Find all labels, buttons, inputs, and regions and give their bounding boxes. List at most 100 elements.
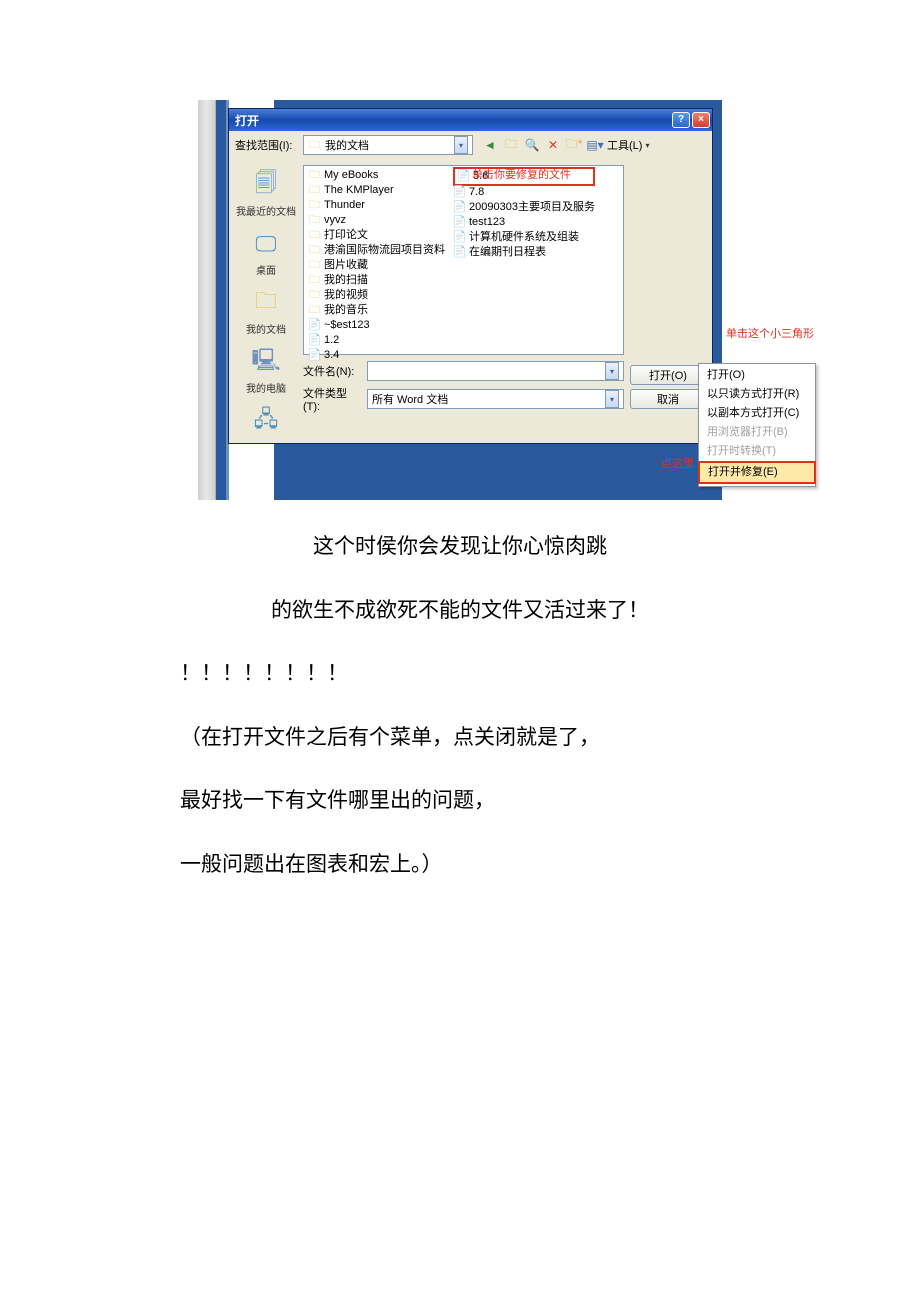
dialog-title: 打开	[235, 112, 259, 129]
delete-icon[interactable]: ✕	[544, 136, 562, 154]
views-icon[interactable]: ▤▾	[586, 136, 604, 154]
screenshot-figure: 打开 ? × 查找范围(I): 🗀 我的文档 ▾ ◄ 🗀 🔍	[198, 100, 722, 500]
file-name: 打印论文	[324, 228, 368, 243]
open-dialog: 打开 ? × 查找范围(I): 🗀 我的文档 ▾ ◄ 🗀 🔍	[228, 108, 713, 444]
document-icon: 📄	[453, 201, 466, 214]
file-column-1: 🗀My eBooks🗀The KMPlayer🗀Thunder🗀vyvz🗀打印论…	[308, 168, 445, 352]
document-icon: 📄	[453, 216, 466, 229]
help-button[interactable]: ?	[672, 112, 690, 128]
text-line-6: 一般问题出在图表和宏上。）	[180, 848, 740, 882]
file-item[interactable]: 📄test123	[453, 215, 595, 230]
file-name: 我的视频	[324, 288, 368, 303]
menu-copy[interactable]: 以副本方式打开(C)	[699, 404, 815, 423]
place-recent[interactable]: 🗐 我最近的文档	[235, 169, 297, 218]
file-item[interactable]: 🗀The KMPlayer	[308, 183, 445, 198]
file-name: 3.4	[324, 348, 339, 363]
document-icon: 📄	[453, 231, 466, 244]
open-button[interactable]: 打开(O) ▾	[630, 365, 706, 385]
bottom-rows: 文件名(N): ▾ 文件类型(T): 所有 Word 文档	[303, 355, 624, 415]
file-column-2: 📄5.6📄7.8📄20090303主要项目及服务📄test123📄计算机硬件系统…	[453, 168, 595, 352]
file-item[interactable]: 📄3.4	[308, 348, 445, 363]
filetype-row: 文件类型(T): 所有 Word 文档 ▾	[303, 385, 624, 413]
filename-row: 文件名(N): ▾	[303, 361, 624, 381]
folder-icon: 🗀	[308, 244, 321, 257]
cancel-button[interactable]: 取消	[630, 389, 706, 409]
ruler	[198, 100, 216, 500]
search-icon[interactable]: 🔍	[523, 136, 541, 154]
menu-repair[interactable]: 打开并修复(E)	[698, 461, 816, 484]
lookin-label: 查找范围(I):	[235, 137, 299, 153]
document-icon: 📄	[453, 186, 466, 199]
file-item[interactable]: 🗀Thunder	[308, 198, 445, 213]
file-item[interactable]: 📄计算机硬件系统及组装	[453, 230, 595, 245]
folder-icon: 🗀	[308, 139, 321, 152]
dialog-titlebar[interactable]: 打开 ? ×	[229, 109, 712, 131]
dialog-body: 🗐 我最近的文档 🖵 桌面 🗀 我的文档 🖳	[229, 159, 712, 443]
folder-icon: 🗀	[308, 229, 321, 242]
file-item[interactable]: 🗀图片收藏	[308, 258, 445, 273]
folder-icon: 🗀	[308, 169, 321, 182]
document-icon: 📄	[308, 319, 321, 332]
folder-icon: 🗀	[308, 274, 321, 287]
file-name: Thunder	[324, 198, 365, 213]
lookin-combo[interactable]: 🗀 我的文档 ▾	[303, 135, 473, 155]
place-network[interactable]: 🖧	[235, 405, 297, 437]
chevron-down-icon[interactable]: ▾	[605, 390, 619, 408]
up-icon[interactable]: 🗀	[502, 136, 520, 154]
file-item[interactable]: 📄~$est123	[308, 318, 445, 333]
file-name: 我的扫描	[324, 273, 368, 288]
back-icon[interactable]: ◄	[481, 136, 499, 154]
document-icon: 📄	[457, 170, 470, 183]
filename-input[interactable]: ▾	[367, 361, 624, 381]
file-name: 1.2	[324, 333, 339, 348]
file-item[interactable]: 🗀My eBooks	[308, 168, 445, 183]
file-item[interactable]: 📄1.2	[308, 333, 445, 348]
chevron-down-icon[interactable]: ▾	[645, 141, 649, 150]
file-item[interactable]: 🗀我的扫描	[308, 273, 445, 288]
folder-icon: 🗀	[250, 287, 282, 319]
chevron-down-icon[interactable]: ▾	[605, 362, 619, 380]
folder-icon: 🗀	[308, 289, 321, 302]
file-item[interactable]: 🗀港渝国际物流园项目资料	[308, 243, 445, 258]
article-text: 这个时侯你会发现让你心惊肉跳 的欲生不成欲死不能的文件又活过来了！ ！！！！！！…	[180, 530, 740, 882]
menu-readonly[interactable]: 以只读方式打开(R)	[699, 385, 815, 404]
file-item[interactable]: 🗀我的视频	[308, 288, 445, 303]
places-bar: 🗐 我最近的文档 🖵 桌面 🗀 我的文档 🖳	[235, 165, 297, 437]
file-name: test123	[469, 215, 505, 230]
computer-icon: 🖳	[250, 346, 282, 378]
file-name: 7.8	[469, 185, 484, 200]
file-item[interactable]: 📄20090303主要项目及服务	[453, 200, 595, 215]
folder-icon: 🗀	[308, 199, 321, 212]
file-item[interactable]: 🗀我的音乐	[308, 303, 445, 318]
place-desktop[interactable]: 🖵 桌面	[235, 228, 297, 277]
place-mydocs[interactable]: 🗀 我的文档	[235, 287, 297, 336]
file-item[interactable]: 🗀打印论文	[308, 228, 445, 243]
text-line-2: 的欲生不成欲死不能的文件又活过来了！	[180, 594, 740, 628]
chevron-down-icon[interactable]: ▾	[454, 136, 468, 154]
text-line-4: （在打开文件之后有个菜单，点关闭就是了，	[180, 721, 740, 755]
filetype-select[interactable]: 所有 Word 文档 ▾	[367, 389, 624, 409]
file-name: ~$est123	[324, 318, 370, 333]
tools-menu[interactable]: 工具(L)	[607, 137, 642, 153]
document-icon: 📄	[308, 349, 321, 362]
dialog-buttons: 打开(O) ▾ 取消	[630, 165, 706, 437]
place-mycomputer[interactable]: 🖳 我的电脑	[235, 346, 297, 395]
newfolder-icon[interactable]: 🗀*	[565, 136, 583, 154]
file-name: 计算机硬件系统及组装	[469, 230, 579, 245]
file-name: 图片收藏	[324, 258, 368, 273]
file-item[interactable]: 📄7.8	[453, 185, 595, 200]
close-button[interactable]: ×	[692, 112, 710, 128]
lookin-row: 查找范围(I): 🗀 我的文档 ▾ ◄ 🗀 🔍 ✕ 🗀* ▤▾ 工具(L)	[229, 131, 712, 159]
dialog-toolbar: ◄ 🗀 🔍 ✕ 🗀* ▤▾ 工具(L) ▾	[481, 136, 649, 154]
filetype-label: 文件类型(T):	[303, 385, 361, 413]
file-list[interactable]: 🗀My eBooks🗀The KMPlayer🗀Thunder🗀vyvz🗀打印论…	[303, 165, 624, 355]
menu-open[interactable]: 打开(O)	[699, 366, 815, 385]
text-line-3: ！！！！！！！！	[180, 657, 740, 691]
file-item[interactable]: 🗀vyvz	[308, 213, 445, 228]
folder-icon: 🗀	[308, 184, 321, 197]
file-item[interactable]: 📄在编期刊日程表	[453, 245, 595, 260]
file-name: 港渝国际物流园项目资料	[324, 243, 445, 258]
file-area: 🗀My eBooks🗀The KMPlayer🗀Thunder🗀vyvz🗀打印论…	[303, 165, 624, 437]
menu-transform: 打开时转换(T)	[699, 442, 815, 461]
annotation-click-triangle: 单击这个小三角形	[726, 325, 814, 341]
